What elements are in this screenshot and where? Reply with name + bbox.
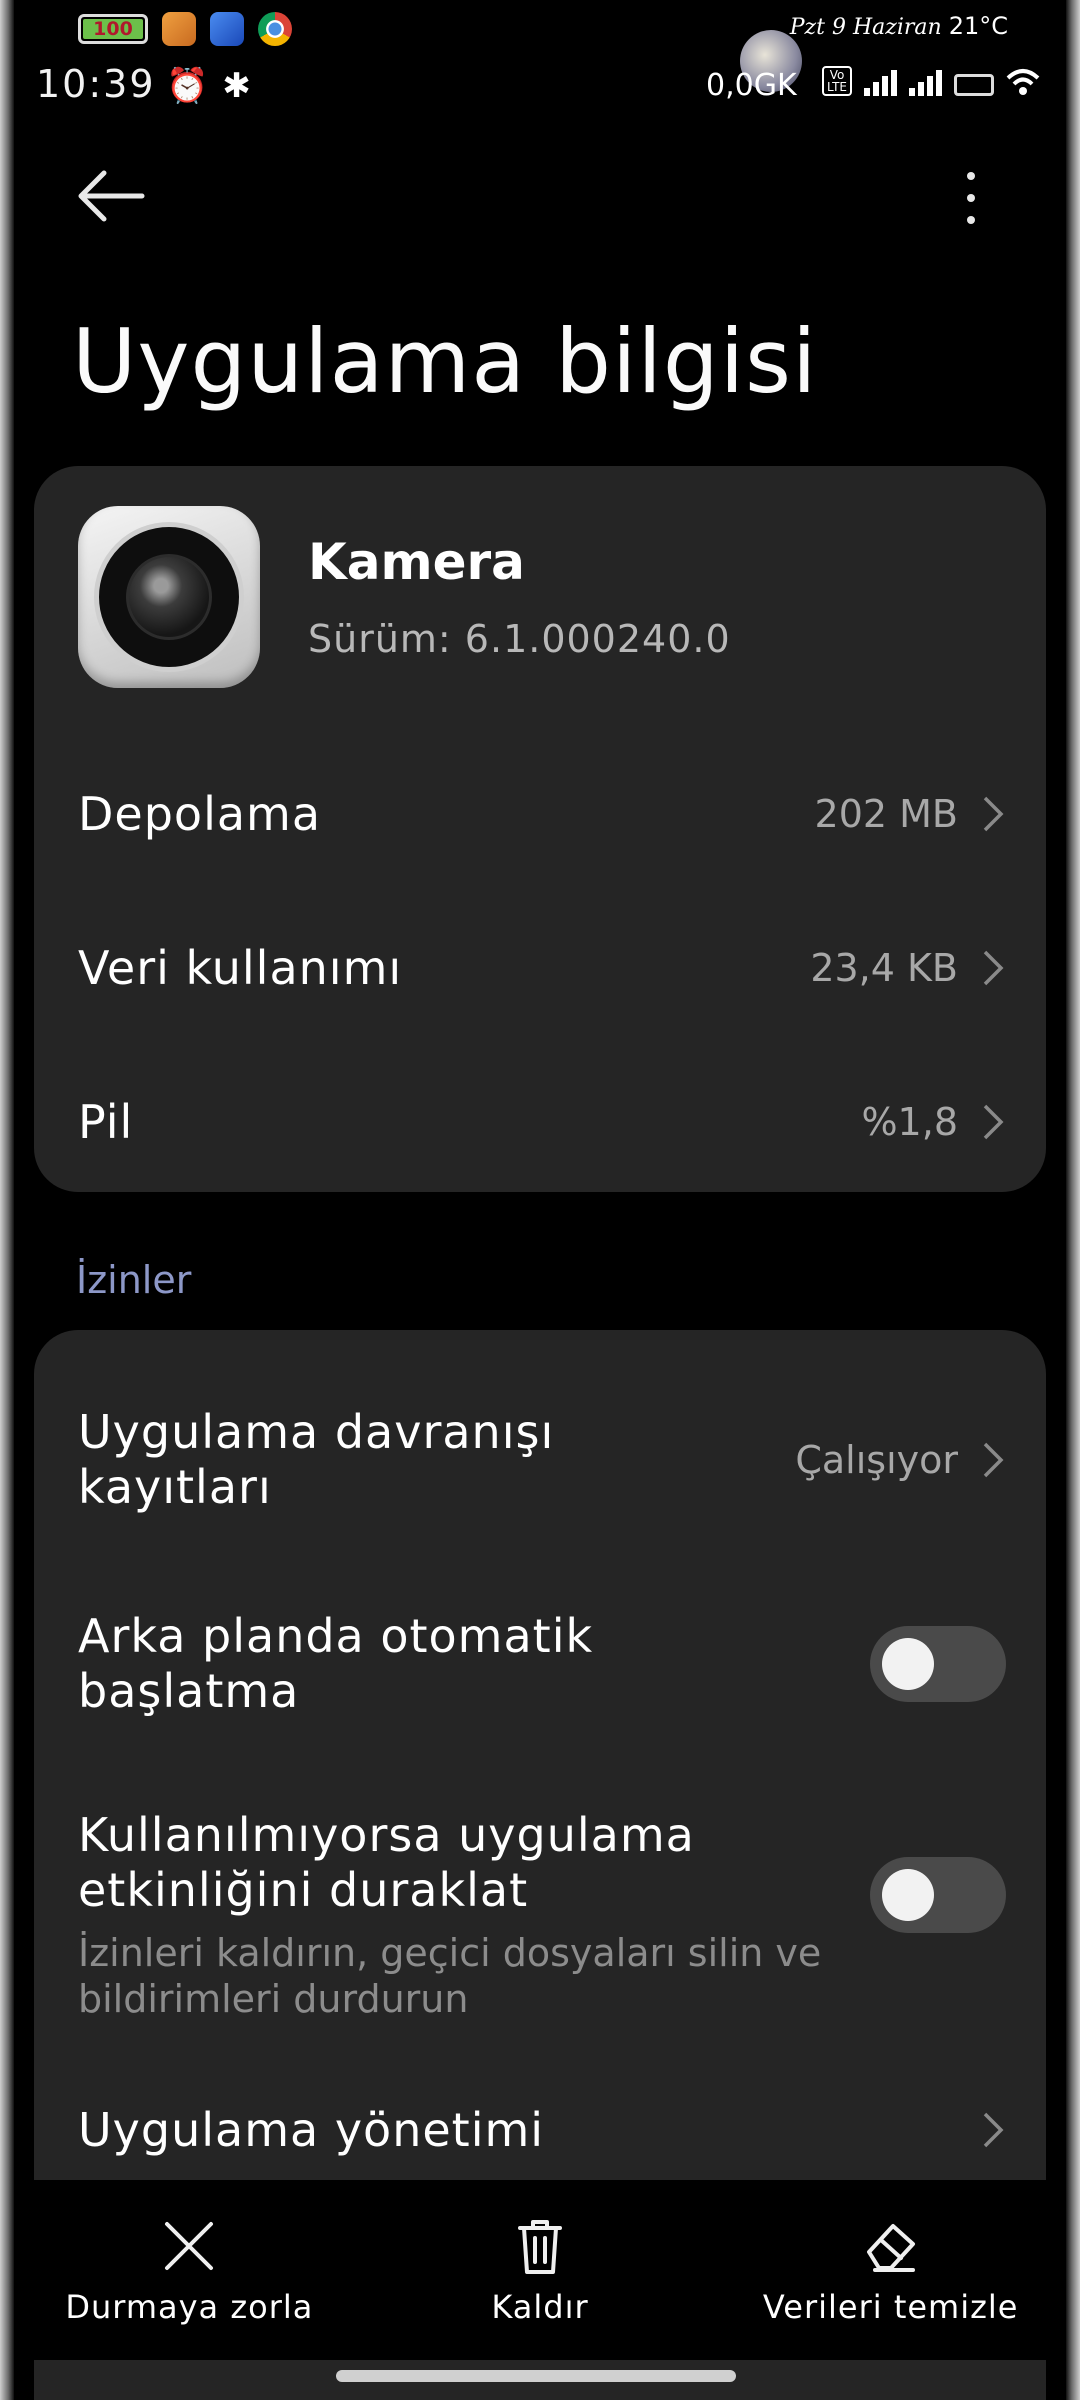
page-title: Uygulama bilgisi bbox=[72, 310, 818, 413]
battery-notification-badge: 100 bbox=[83, 19, 143, 39]
volte-icon: Vo LTE bbox=[822, 66, 852, 96]
toggle-knob bbox=[882, 1638, 934, 1690]
battery-row[interactable]: Pil %1,8 bbox=[78, 1072, 1006, 1172]
battery-label: Pil bbox=[78, 1095, 134, 1149]
notification-icons: 100 bbox=[78, 12, 292, 46]
autostart-row[interactable]: Arka planda otomatik başlatma bbox=[78, 1574, 1006, 1754]
behavior-logs-label: Uygulama davranışı kayıtları bbox=[78, 1405, 555, 1514]
app-management-row[interactable]: Uygulama yönetimi bbox=[78, 2080, 1006, 2180]
clear-data-label: Verileri temizle bbox=[762, 2288, 1019, 2326]
weather-temperature: 21°C bbox=[948, 12, 1008, 40]
back-button[interactable] bbox=[76, 168, 146, 224]
status-bar: 100 10:39 ⏰ ✱ Pzt 9 Haziran 21°C 0,0GK V… bbox=[0, 0, 1080, 120]
pause-activity-description: İzinleri kaldırın, geçici dosyaları sili… bbox=[78, 1931, 822, 2021]
data-usage-row[interactable]: Veri kullanımı 23,4 KB bbox=[78, 918, 1006, 1018]
behavior-logs-value: Çalışıyor bbox=[795, 1438, 958, 1482]
autostart-label: Arka planda otomatik başlatma bbox=[78, 1609, 594, 1718]
data-usage-value: 23,4 KB bbox=[810, 946, 958, 990]
app-notification-icon bbox=[210, 12, 244, 46]
bottom-action-bar: Durmaya zorla Kaldır Verileri temizle bbox=[14, 2180, 1066, 2360]
battery-notification-icon: 100 bbox=[78, 14, 148, 44]
network-speed: 0,0GK bbox=[706, 68, 797, 103]
autostart-toggle[interactable] bbox=[870, 1626, 1006, 1702]
wifi-icon bbox=[1006, 69, 1040, 95]
app-notification-icon bbox=[162, 12, 196, 46]
chrome-notification-icon bbox=[258, 12, 292, 46]
storage-value: 202 MB bbox=[814, 792, 958, 836]
storage-row[interactable]: Depolama 202 MB bbox=[78, 764, 1006, 864]
chevron-right-icon bbox=[983, 1104, 1004, 1140]
battery-value: %1,8 bbox=[861, 1100, 958, 1144]
bluetooth-icon: ✱ bbox=[222, 66, 251, 106]
signal-icon bbox=[864, 70, 897, 96]
data-usage-label: Veri kullanımı bbox=[78, 941, 403, 995]
pause-activity-toggle[interactable] bbox=[870, 1857, 1006, 1933]
screen-bezel-right bbox=[1066, 0, 1080, 2400]
camera-app-icon bbox=[78, 506, 260, 688]
status-icons: ⏰ ✱ bbox=[166, 66, 251, 106]
permissions-section-title: İzinler bbox=[76, 1258, 192, 1302]
force-stop-button[interactable]: Durmaya zorla bbox=[14, 2180, 365, 2360]
pause-activity-label: Kullanılmıyorsa uygulama etkinliğini dur… bbox=[78, 1808, 695, 1917]
more-options-button[interactable] bbox=[946, 168, 996, 228]
weather-date: Pzt 9 Haziran bbox=[789, 15, 942, 40]
uninstall-button[interactable]: Kaldır bbox=[365, 2180, 716, 2360]
app-name: Kamera bbox=[308, 533, 525, 591]
toggle-knob bbox=[882, 1869, 934, 1921]
trash-icon bbox=[518, 2220, 562, 2274]
more-vertical-icon bbox=[967, 172, 975, 180]
clear-data-button[interactable]: Verileri temizle bbox=[715, 2180, 1066, 2360]
chevron-right-icon bbox=[983, 2112, 1004, 2148]
app-header: Kamera Sürüm: 6.1.000240.0 bbox=[78, 506, 731, 688]
behavior-logs-row[interactable]: Uygulama davranışı kayıtları Çalışıyor bbox=[78, 1370, 1006, 1550]
eraser-icon bbox=[866, 2224, 915, 2272]
pause-activity-row[interactable]: Kullanılmıyorsa uygulama etkinliğini dur… bbox=[78, 1790, 1006, 2040]
chevron-right-icon bbox=[983, 1442, 1004, 1478]
app-management-label: Uygulama yönetimi bbox=[78, 2103, 545, 2157]
app-info-card: Kamera Sürüm: 6.1.000240.0 Depolama 202 … bbox=[34, 466, 1046, 1192]
battery-icon bbox=[954, 74, 994, 96]
status-right-icons: Vo LTE bbox=[822, 66, 1040, 96]
screen-bezel-left bbox=[0, 0, 14, 2400]
storage-label: Depolama bbox=[78, 787, 322, 841]
signal-icon bbox=[909, 70, 942, 96]
uninstall-label: Kaldır bbox=[491, 2288, 589, 2326]
status-clock: 10:39 bbox=[36, 62, 156, 106]
force-stop-label: Durmaya zorla bbox=[65, 2288, 314, 2326]
alarm-icon: ⏰ bbox=[166, 66, 209, 106]
close-icon bbox=[165, 2222, 214, 2270]
app-version: Sürüm: 6.1.000240.0 bbox=[308, 617, 731, 661]
home-indicator[interactable] bbox=[336, 2370, 736, 2382]
arrow-left-icon bbox=[78, 170, 145, 222]
weather-widget: Pzt 9 Haziran 21°C bbox=[790, 12, 1008, 40]
chevron-right-icon bbox=[983, 796, 1004, 832]
chevron-right-icon bbox=[983, 950, 1004, 986]
